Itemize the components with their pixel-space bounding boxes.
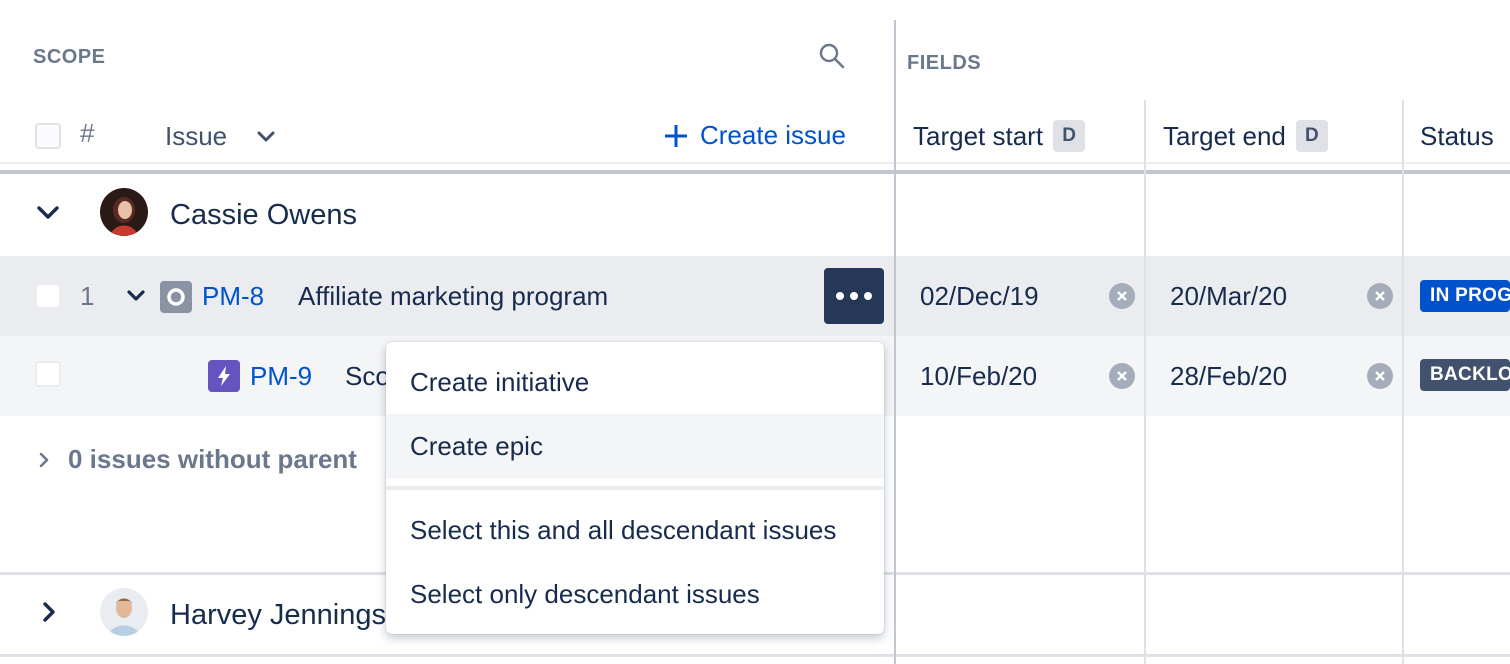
date-type-badge: D [1295,120,1328,152]
scope-fields-divider[interactable] [894,20,896,664]
plus-icon [665,124,687,147]
menu-item-create-epic[interactable]: Create epic [386,414,884,478]
menu-item-create-initiative[interactable]: Create initiative [386,350,884,414]
create-issue-button[interactable]: Create issue [662,120,846,151]
target-end-column-header[interactable]: Target end D [1163,120,1328,152]
issue-key-link[interactable]: PM-8 [202,281,264,312]
row-checkbox[interactable] [35,361,61,387]
target-start-column-header[interactable]: Target start D [913,120,1086,152]
row-checkbox[interactable] [35,283,61,309]
status-lozenge: BACKLOG [1420,359,1510,391]
target-end-label: Target end [1163,120,1286,151]
without-parent-toggle[interactable]: 0 issues without parent [38,444,357,475]
clear-date-icon[interactable] [1367,283,1393,309]
without-parent-label: 0 issues without parent [68,444,357,474]
group-name: Harvey Jennings [170,599,386,631]
avatar [100,188,148,236]
issue-key-link[interactable]: PM-9 [250,361,312,392]
number-column-header: # [80,118,95,148]
target-end-value[interactable]: 20/Mar/20 [1170,281,1287,312]
avatar [100,588,148,636]
status-column-header[interactable]: Status [1420,121,1494,152]
fields-section-title: FIELDS [907,52,982,74]
search-icon[interactable] [818,42,846,70]
target-start-value[interactable]: 10/Feb/20 [920,361,1037,392]
status-cell[interactable]: BACKLOG [1420,359,1510,391]
issue-column-label: Issue [165,121,228,151]
target-start-value[interactable]: 02/Dec/19 [920,281,1039,312]
row-expand-chevron-icon[interactable] [126,289,146,308]
more-actions-button[interactable] [824,268,884,324]
clear-date-icon[interactable] [1109,363,1135,389]
chevron-right-icon [39,452,49,467]
select-all-checkbox[interactable] [35,123,61,149]
dot [864,292,872,300]
target-end-value[interactable]: 28/Feb/20 [1170,361,1287,392]
group-name: Cassie Owens [170,199,357,231]
clear-date-icon[interactable] [1109,283,1135,309]
column-divider[interactable] [1144,100,1146,664]
create-issue-label: Create issue [700,120,846,150]
menu-item-select-only-descendants[interactable]: Select only descendant issues [386,562,884,626]
issue-column-header[interactable]: Issue [165,121,275,152]
issue-summary: Scope [345,361,387,391]
issue-summary: Affiliate marketing program [298,281,609,311]
menu-item-select-all-descendants[interactable]: Select this and all descendant issues [386,498,884,562]
row-number: 1 [80,281,95,311]
group-collapse-chevron-icon[interactable] [42,601,56,628]
dot [836,292,844,300]
context-menu: Create initiative Create epic Select thi… [386,342,884,634]
initiative-icon [160,281,192,313]
chevron-down-icon [257,131,275,141]
header-divider-strong [0,170,1510,174]
status-cell[interactable]: IN PROGRESS [1420,280,1510,312]
group-expand-chevron-icon[interactable] [36,205,60,226]
date-type-badge: D [1053,120,1086,152]
epic-icon [208,360,240,392]
column-divider[interactable] [1402,100,1404,664]
target-start-label: Target start [913,120,1044,151]
header-divider [0,162,1510,164]
bottom-divider [0,654,1510,657]
status-lozenge: IN PROGRESS [1420,280,1510,312]
clear-date-icon[interactable] [1367,363,1393,389]
dot [850,292,858,300]
menu-separator [386,486,884,490]
scope-section-title: SCOPE [33,46,106,68]
